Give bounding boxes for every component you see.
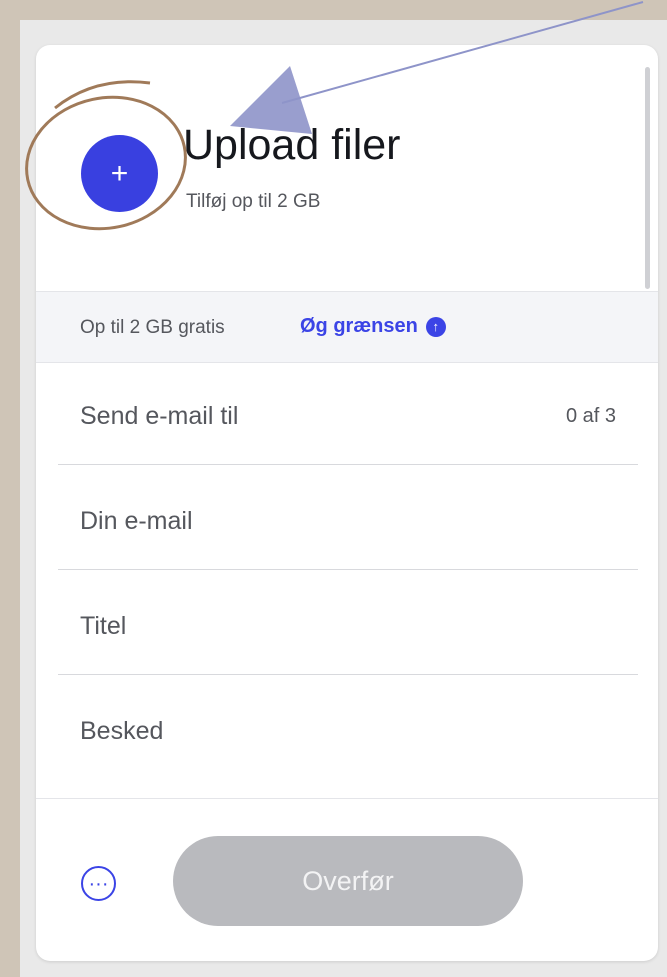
annotation-circle — [25, 95, 187, 231]
annotation-overlay — [25, 1, 644, 231]
annotation-arrow-head — [230, 66, 312, 134]
annotation-circle-stroke — [54, 80, 151, 110]
annotation-arrow-line — [281, 1, 644, 104]
